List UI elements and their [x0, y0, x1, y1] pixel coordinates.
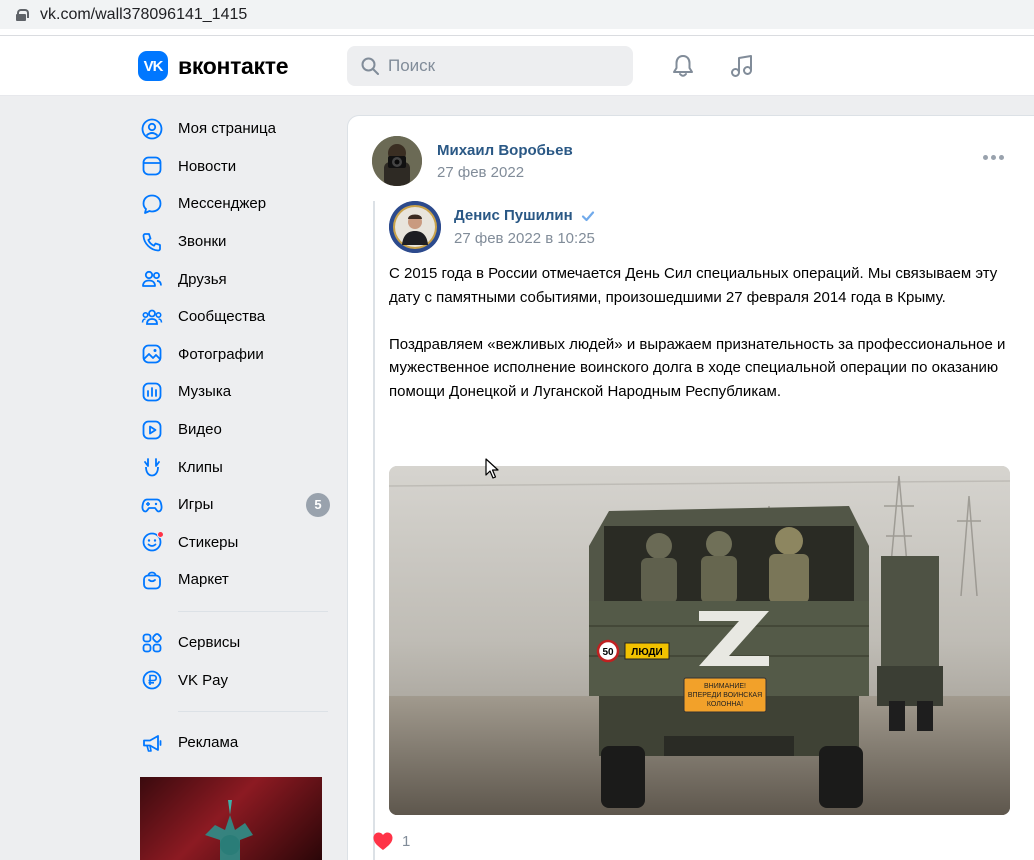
ad-banner-image[interactable] [140, 777, 322, 860]
nav-item-stickers[interactable]: Стикеры [138, 524, 332, 562]
url-text: vk.com/wall378096141_1415 [40, 5, 248, 23]
vk-logo[interactable]: VK вконтакте [138, 51, 289, 81]
lock-icon [16, 8, 29, 21]
search-box[interactable] [347, 46, 633, 86]
nav-divider [178, 610, 328, 612]
nav-item-communities[interactable]: Сообщества [138, 298, 332, 336]
search-icon [361, 57, 379, 75]
stickers-icon [138, 528, 166, 556]
post-author-name[interactable]: Михаил Воробьев [437, 142, 573, 159]
market-icon [138, 566, 166, 594]
sign-line-2: ВПЕРЕДИ ВОИНСКАЯ [688, 692, 762, 699]
nav-item-ads[interactable]: Реклама [138, 724, 332, 762]
nav-label: Реклама [178, 734, 239, 752]
photos-icon [138, 340, 166, 368]
services-icon [138, 629, 166, 657]
vk-logo-text: вконтакте [178, 52, 289, 79]
vk-logo-mark: VK [138, 51, 168, 81]
music-podcast-icon [138, 378, 166, 406]
nav-label: Моя страница [178, 120, 276, 138]
url-field[interactable]: vk.com/wall378096141_1415 [0, 0, 1034, 29]
nav-item-video[interactable]: Видео [138, 411, 332, 449]
friends-icon [138, 265, 166, 293]
nav-item-games[interactable]: Игры 5 [138, 486, 332, 524]
nav-label: Сообщества [178, 308, 266, 326]
nav-item-services[interactable]: Сервисы [138, 624, 332, 662]
post-paragraph: Поздравляем «вежливых людей» и выражаем … [389, 335, 1006, 400]
user-circle-icon [138, 115, 166, 143]
nav-label: VK Pay [178, 671, 229, 689]
vk-header: VK вконтакте [0, 36, 1034, 96]
clips-icon [138, 453, 166, 481]
sign-line-1: ВНИМАНИЕ! [704, 683, 746, 690]
likes-count: 1 [402, 832, 411, 850]
games-icon [138, 491, 166, 519]
nav-item-friends[interactable]: Друзья [138, 260, 332, 298]
nav-label: Фотографии [178, 345, 264, 363]
nav-label: Стикеры [178, 533, 239, 551]
post-text: С 2015 года в России отмечается День Сил… [389, 262, 1017, 427]
repost-date[interactable]: 27 фев 2022 в 10:25 [454, 230, 595, 247]
phone-icon [138, 228, 166, 256]
nav-item-clips[interactable]: Клипы [138, 448, 332, 486]
vkpay-icon [138, 666, 166, 694]
nav-divider [178, 710, 328, 712]
nav-label: Друзья [178, 270, 227, 288]
message-icon [138, 190, 166, 218]
repost-divider [373, 201, 375, 860]
nav-item-news[interactable]: Новости [138, 148, 332, 186]
nav-item-calls[interactable]: Звонки [138, 223, 332, 261]
nav-label: Сервисы [178, 634, 241, 652]
megaphone-icon [138, 729, 166, 757]
nav-item-market[interactable]: Маркет [138, 561, 332, 599]
verified-checkmark-icon [581, 210, 594, 221]
repost-author-name[interactable]: Денис Пушилин [454, 207, 595, 224]
post-date[interactable]: 27 фев 2022 [437, 164, 524, 181]
nav-label: Новости [178, 157, 237, 175]
bell-icon[interactable] [669, 52, 697, 80]
search-input[interactable] [388, 56, 608, 76]
statue-of-liberty-icon [205, 800, 253, 860]
nav-label: Музыка [178, 383, 232, 401]
nav-label: Звонки [178, 233, 227, 251]
repost-author-label: Денис Пушилин [454, 207, 573, 224]
post-photo[interactable]: 50 ЛЮДИ ВНИМАНИЕ! ВПЕРЕДИ ВОИНСКАЯ КОЛОН… [389, 466, 1010, 815]
post-card: Михаил Воробьев 27 фев 2022 Денис Пушили… [347, 115, 1034, 860]
more-options-icon[interactable] [983, 155, 1004, 160]
nav-item-my-page[interactable]: Моя страница [138, 110, 332, 148]
browser-address-bar: vk.com/wall378096141_1415 [0, 0, 1034, 36]
nav-item-music[interactable]: Музыка [138, 373, 332, 411]
nav-label: Клипы [178, 458, 223, 476]
nav-item-vkpay[interactable]: VK Pay [138, 661, 332, 699]
military-truck-photo: 50 ЛЮДИ ВНИМАНИЕ! ВПЕРЕДИ ВОИНСКАЯ КОЛОН… [389, 466, 1010, 815]
music-note-icon[interactable] [728, 52, 756, 80]
speed-plate: 50 [602, 647, 614, 658]
people-plate: ЛЮДИ [631, 647, 662, 658]
nav-label: Игры [178, 496, 214, 514]
nav-item-messenger[interactable]: Мессенджер [138, 185, 332, 223]
author-avatar[interactable] [372, 136, 422, 186]
communities-icon [138, 303, 166, 331]
like-button[interactable]: 1 [372, 831, 410, 851]
heart-icon [373, 832, 393, 850]
news-icon [138, 152, 166, 180]
nav-label: Мессенджер [178, 195, 267, 213]
left-nav: Моя страница Новости Мессенджер Звонки Д… [138, 110, 332, 762]
repost-author-avatar[interactable] [389, 201, 441, 253]
nav-label: Видео [178, 421, 222, 439]
games-count-badge: 5 [306, 492, 330, 517]
mouse-cursor-icon [485, 458, 499, 479]
nav-item-photos[interactable]: Фотографии [138, 336, 332, 374]
post-paragraph: С 2015 года в России отмечается День Сил… [389, 265, 998, 306]
nav-label: Маркет [178, 571, 229, 589]
sign-line-3: КОЛОННА! [707, 701, 743, 708]
video-icon [138, 416, 166, 444]
